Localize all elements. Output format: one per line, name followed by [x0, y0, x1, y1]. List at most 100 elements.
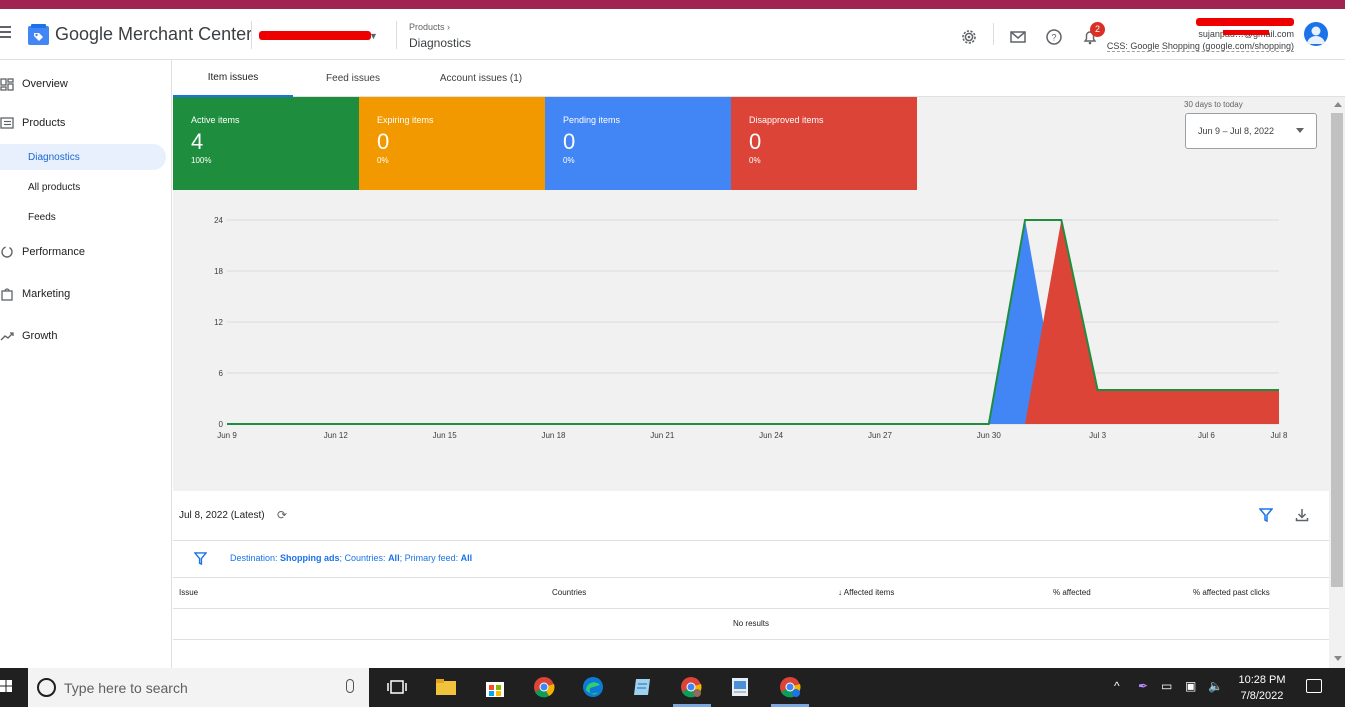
- account-css-link[interactable]: CSS: Google Shopping (google.com/shoppin…: [1106, 41, 1294, 52]
- sidebar-item-all-products[interactable]: All products: [0, 174, 166, 200]
- x-tick-label: Jul 6: [1198, 431, 1215, 440]
- taskbar-search-box[interactable]: Type here to search: [28, 668, 369, 707]
- battery-icon[interactable]: ▭: [1161, 679, 1172, 693]
- microphone-icon[interactable]: [346, 679, 354, 693]
- sidebar-item-marketing[interactable]: Marketing: [0, 281, 166, 307]
- card-active-items[interactable]: Active items 4 100%: [173, 97, 359, 190]
- snapshot-date: Jul 8, 2022 (Latest): [179, 510, 265, 521]
- action-center-icon[interactable]: [1306, 679, 1322, 693]
- header-divider: [251, 21, 252, 49]
- date-range-select[interactable]: Jun 9 – Jul 8, 2022: [1185, 113, 1317, 149]
- card-pending-items[interactable]: Pending items 0 0%: [545, 97, 731, 190]
- app-title: Google Merchant Center: [55, 24, 253, 44]
- avatar[interactable]: [1304, 22, 1328, 46]
- sidebar-item-label: Diagnostics: [28, 151, 80, 163]
- breadcrumb-parent[interactable]: Products: [409, 22, 445, 32]
- x-tick-label: Jun 21: [650, 431, 675, 440]
- sidebar-item-products[interactable]: Products: [0, 110, 166, 136]
- card-expiring-items[interactable]: Expiring items 0 0%: [359, 97, 545, 190]
- merchant-center-logo-icon: [28, 24, 49, 45]
- chrome-profile-icon[interactable]: [680, 676, 702, 698]
- microsoft-store-icon[interactable]: [484, 676, 506, 698]
- x-tick-label: Jun 18: [541, 431, 566, 440]
- active-filters[interactable]: Destination: Shopping ads; Countries: Al…: [230, 553, 472, 563]
- breadcrumb[interactable]: Products ›: [409, 22, 450, 32]
- column-header-issue[interactable]: Issue: [179, 588, 198, 597]
- windows-start-icon[interactable]: [0, 680, 12, 692]
- item-status-chart: 0 6 12 18 24 Jun 9 Jun 12 Jun 15 Jun 18 Jun 21 Jun…: [214, 216, 1288, 440]
- x-tick-label: Jun 12: [324, 431, 349, 440]
- column-header-pct-affected[interactable]: % affected: [1053, 588, 1091, 597]
- menu-icon[interactable]: [0, 26, 12, 41]
- chevron-down-icon[interactable]: ▼: [369, 31, 378, 41]
- pen-icon[interactable]: ✒: [1138, 679, 1148, 693]
- main-content: Active items 4 100% Expiring items 0 0 % …: [173, 97, 1329, 668]
- system-clock[interactable]: 10:28 PM 7/8/2022: [1235, 672, 1289, 704]
- filter-destination: Shopping ads: [280, 553, 340, 563]
- card-disapproved-items[interactable]: Disapproved items 0 0%: [731, 97, 917, 190]
- sidebar-item-feeds[interactable]: Feeds: [0, 204, 166, 230]
- x-tick-label: Jun 27: [868, 431, 893, 440]
- email-redaction: [1223, 30, 1269, 35]
- y-tick-label: 24: [214, 216, 223, 225]
- column-header-pct-affected-clicks[interactable]: % affected past clicks: [1193, 588, 1270, 597]
- y-tick-label: 0: [219, 420, 224, 429]
- sidebar-item-label: Growth: [22, 330, 58, 342]
- sidebar-item-diagnostics[interactable]: Diagnostics: [0, 144, 166, 170]
- windows-taskbar: Type here to search ^ ✒ ▭ ▣ 🔈 10:28 PM 7…: [0, 668, 1345, 707]
- y-tick-label: 6: [219, 369, 224, 378]
- scrollbar-thumb[interactable]: [1331, 113, 1343, 587]
- card-percent: 0%: [563, 156, 575, 165]
- chrome-profile-icon[interactable]: [779, 676, 801, 698]
- x-tick-label: Jun 30: [977, 431, 1002, 440]
- edge-icon[interactable]: [582, 676, 604, 698]
- divider: [173, 577, 1329, 578]
- card-value: 0: [377, 129, 390, 154]
- filter-feed: All: [460, 553, 473, 563]
- sidebar-item-label: Feeds: [28, 211, 56, 223]
- header-divider: [993, 23, 994, 45]
- card-label: Expiring items: [377, 115, 434, 125]
- download-icon[interactable]: [1295, 508, 1309, 522]
- tab-account-issues[interactable]: Account issues (1): [423, 60, 539, 97]
- filter-icon[interactable]: [1259, 508, 1273, 522]
- chrome-icon[interactable]: [533, 676, 555, 698]
- sidebar-item-label: Overview: [22, 78, 68, 90]
- mail-icon[interactable]: [1009, 28, 1027, 46]
- account-selector[interactable]: [259, 31, 371, 40]
- card-value: 0: [749, 129, 762, 154]
- column-header-countries[interactable]: Countries: [552, 588, 586, 597]
- network-icon[interactable]: ▣: [1185, 679, 1196, 693]
- sidebar-item-label: All products: [28, 181, 81, 193]
- tab-feed-issues[interactable]: Feed issues: [293, 60, 413, 97]
- performance-icon: [1, 246, 13, 258]
- file-explorer-icon[interactable]: [435, 676, 457, 698]
- scroll-up-arrow-icon[interactable]: [1334, 102, 1342, 107]
- x-tick-label: Jun 24: [759, 431, 784, 440]
- list-icon: [0, 117, 14, 129]
- dashboard-icon: [0, 78, 14, 91]
- sidebar-item-overview[interactable]: Overview: [0, 71, 166, 97]
- tab-item-issues[interactable]: Item issues: [173, 60, 293, 97]
- card-percent: 0%: [749, 156, 761, 165]
- help-icon[interactable]: ?: [1045, 28, 1063, 46]
- card-label: Disapproved items: [749, 115, 824, 125]
- sidebar-item-performance[interactable]: Performance: [0, 239, 166, 265]
- image-viewer-icon[interactable]: [729, 676, 751, 698]
- volume-icon[interactable]: 🔈: [1208, 679, 1223, 693]
- page-title: Diagnostics: [409, 36, 472, 50]
- task-view-icon[interactable]: [386, 676, 408, 698]
- card-value: 4: [191, 129, 204, 154]
- scroll-down-arrow-icon[interactable]: [1334, 656, 1342, 661]
- column-header-affected-items[interactable]: ↓ Affected items: [838, 588, 894, 597]
- y-tick-label: 12: [214, 318, 223, 327]
- sidebar: Overview Products Diagnostics All produc…: [0, 60, 172, 668]
- show-hidden-icons-chevron-icon[interactable]: ^: [1114, 679, 1120, 693]
- sidebar-item-growth[interactable]: Growth: [0, 323, 166, 349]
- date-range-value: Jun 9 – Jul 8, 2022: [1198, 126, 1275, 136]
- notepad-icon[interactable]: [631, 676, 653, 698]
- x-tick-label: Jul 3: [1089, 431, 1106, 440]
- refresh-icon[interactable]: ⟳: [277, 508, 287, 522]
- gear-icon[interactable]: [960, 28, 978, 46]
- filter-icon[interactable]: [194, 552, 207, 565]
